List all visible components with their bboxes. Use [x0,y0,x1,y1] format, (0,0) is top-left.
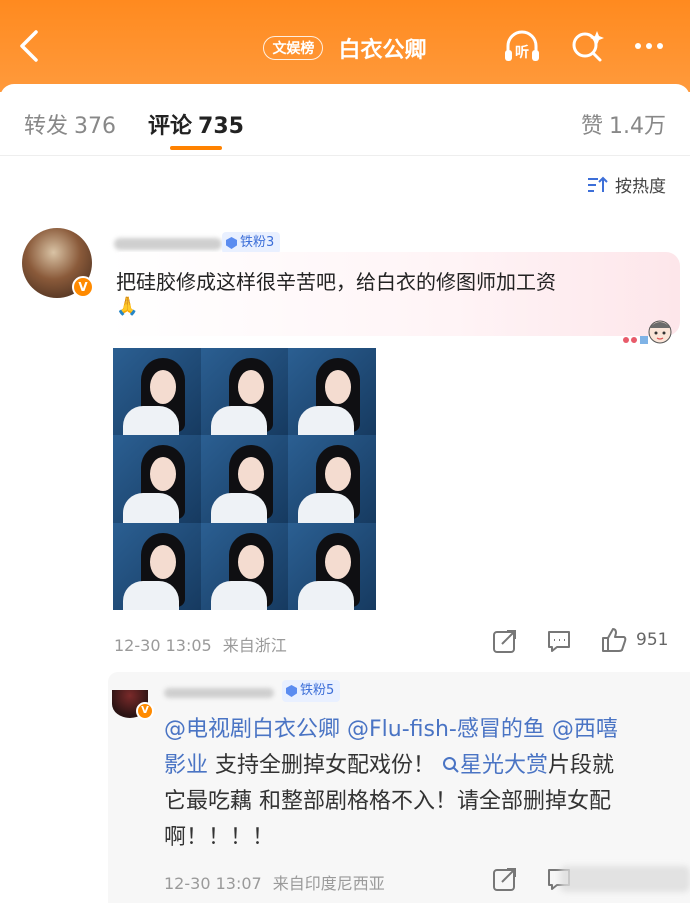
photo-tile[interactable] [288,348,376,436]
fan-badge-icon [286,685,297,697]
reply-text-part: 它最吃藕 和整部剧格格不入！请全部删掉女配 [164,789,611,814]
reply-time: 12-30 13:07 [164,874,262,893]
photo-tile[interactable] [200,522,289,610]
headphones-icon[interactable]: 听 [500,26,544,66]
tab-bar: 转发 376 评论 735 赞 1.4万 [0,84,690,156]
tab-comments-label: 评论 [148,114,193,139]
sort-label: 按热度 [615,177,666,197]
sort-icon [588,176,608,192]
sort-button[interactable]: 按热度 [587,172,666,197]
tab-repost[interactable]: 转发 376 [24,108,116,140]
tab-likes[interactable]: 赞 1.4万 [581,108,666,140]
photo-tile[interactable] [113,435,201,523]
reply-fan-badge: 铁粉5 [282,680,341,702]
reply-text: @电视剧白衣公卿 @Flu-fish-感冒的鱼 @西嘻 影业 支持全删掉女配戏份… [164,712,664,856]
cartoon-sticker-icon [623,320,672,344]
tab-repost-label: 转发 [24,114,69,139]
reply-text-part: 支持全删掉女配戏份！ [208,753,436,778]
fan-badge-label: 铁粉3 [240,235,275,250]
ranking-badge[interactable]: 文娱榜 [263,36,324,60]
like-count: 951 [636,630,669,650]
search-topic-link[interactable]: 星光大赏 [442,753,548,778]
mention-link[interactable]: @西嘻 [552,717,618,742]
topic-title: 白衣公卿 [338,38,427,63]
tab-likes-label: 赞 [580,114,603,139]
mention-link[interactable]: @Flu-fish-感冒的鱼 [347,717,545,742]
praying-hands-emoji: 🙏 [116,296,139,317]
share-icon[interactable] [492,628,518,654]
search-sparkle-icon[interactable] [566,26,610,66]
active-tab-indicator [170,146,222,150]
comment-time: 12-30 13:05 [114,636,212,655]
mention-link-cont[interactable]: 影业 [164,753,208,778]
top-bar: 文娱榜 白衣公卿 听 [0,0,690,92]
photo-tile[interactable] [200,435,289,523]
verified-badge: V [72,276,94,298]
tab-comments[interactable]: 评论 735 [148,108,244,140]
mention-link[interactable]: @电视剧白衣公卿 [164,717,340,742]
reply-text-part: 片段就 [548,753,615,778]
comment-icon[interactable] [546,628,572,654]
search-icon [443,757,459,773]
tab-likes-count: 1.4万 [609,114,666,139]
reply-verified-badge: V [136,702,154,720]
photo-tile[interactable] [113,348,201,436]
reply-share-icon[interactable] [492,866,518,892]
svg-text:听: 听 [515,44,529,61]
photo-tile[interactable] [200,348,289,436]
tab-repost-count: 376 [74,114,117,139]
reply-fan-badge-label: 铁粉5 [300,683,335,698]
reply-source: 来自印度尼西亚 [272,874,385,893]
comment-image-grid[interactable] [113,348,376,610]
photo-tile[interactable] [288,435,376,523]
fan-badge-icon [226,237,237,249]
comment-meta: 12-30 13:05 来自浙江 [114,632,287,656]
reply-meta: 12-30 13:07 来自印度尼西亚 [164,870,385,894]
reply-text-part: 啊！！！！ [164,825,275,850]
tab-comments-count: 735 [198,114,244,139]
thumbs-up-icon[interactable] [600,626,628,654]
fan-badge: 铁粉3 [222,232,281,254]
more-dots-icon[interactable] [628,26,672,66]
comment-source: 来自浙江 [222,636,287,655]
reply-username-blurred[interactable] [164,688,274,698]
watermark [560,866,690,892]
photo-tile[interactable] [288,522,376,610]
search-topic-label: 星光大赏 [460,753,549,778]
comment-text: 把硅胶修成这样很辛苦吧，给白衣的修图师加工资 [116,270,556,294]
photo-tile[interactable] [113,522,201,610]
username-blurred[interactable] [114,238,222,250]
